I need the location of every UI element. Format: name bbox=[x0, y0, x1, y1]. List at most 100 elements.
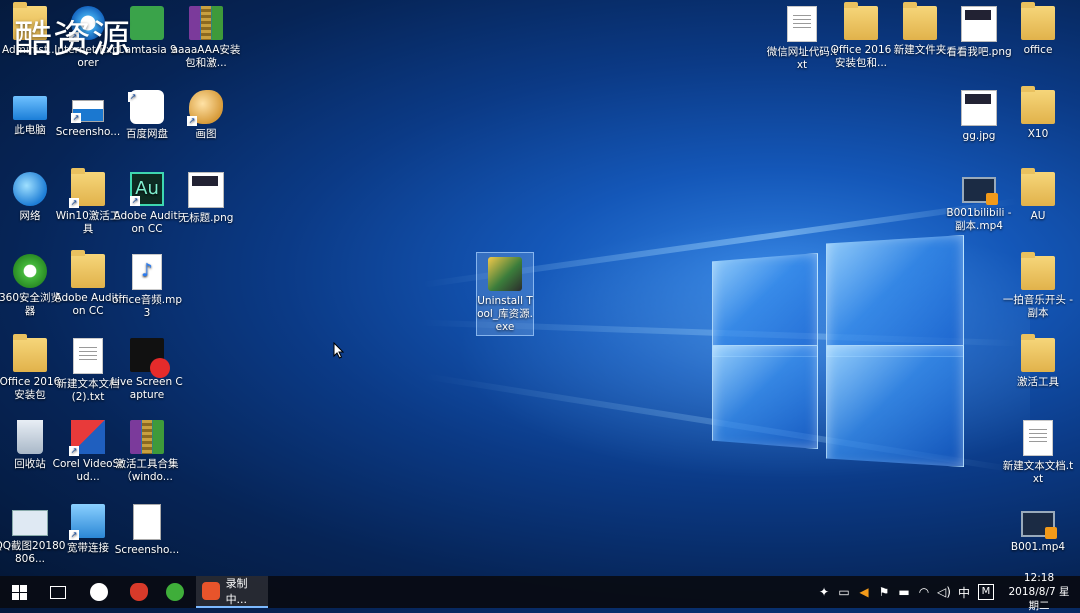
icon-label: Live Screen Capture bbox=[111, 376, 183, 401]
image-icon bbox=[961, 6, 997, 42]
desktop-icon-screenshot-2[interactable]: Screensho... bbox=[111, 504, 183, 557]
icon-label: aaaaAAA安装包和激... bbox=[171, 44, 241, 69]
logo-pane bbox=[826, 345, 964, 467]
clock-date: 2018/8/7 星期二 bbox=[1008, 586, 1070, 612]
corel-icon bbox=[69, 420, 105, 456]
desktop-icon-music-intro-copy[interactable]: 一拍音乐开头 - 副本 bbox=[1002, 252, 1074, 320]
paint-icon bbox=[187, 90, 223, 126]
logo-pane bbox=[712, 253, 818, 357]
folder-icon bbox=[844, 2, 878, 40]
recorder-icon bbox=[202, 582, 220, 600]
winrar-icon bbox=[189, 6, 223, 40]
icon-label: 画图 bbox=[195, 128, 217, 140]
logo-pane bbox=[712, 345, 818, 449]
desktop-icon-activation-tools-rar[interactable]: 激活工具合集（windo... bbox=[111, 420, 183, 484]
desktop-icon-aaaa-installer[interactable]: aaaaAAA安装包和激... bbox=[170, 6, 242, 70]
desktop-icon-au[interactable]: AU bbox=[1002, 168, 1074, 223]
icon-label: X10 bbox=[1027, 128, 1049, 140]
ime-mode-indicator[interactable]: M bbox=[978, 584, 994, 600]
icon-label: Screensho... bbox=[114, 544, 180, 556]
taskbar-app-wechat[interactable] bbox=[84, 576, 114, 608]
video-icon bbox=[962, 177, 998, 205]
task-view-icon bbox=[50, 585, 66, 599]
wechat-icon bbox=[90, 583, 108, 601]
taskbar-app-recorder[interactable]: 录制中... bbox=[196, 576, 268, 608]
desktop-icon-uninstall-tool[interactable]: Uninstall Tool_库资源.exe bbox=[476, 252, 534, 336]
desktop-icon-x10[interactable]: X10 bbox=[1002, 86, 1074, 141]
recorder-label: 录制中... bbox=[225, 577, 248, 606]
computer-icon bbox=[13, 96, 47, 120]
folder-icon bbox=[1021, 252, 1055, 290]
desktop-icon-activation-tools[interactable]: 激活工具 bbox=[1002, 334, 1074, 389]
folder-icon bbox=[1021, 168, 1055, 206]
folder-icon bbox=[13, 334, 47, 372]
desktop-icon-office-mp3[interactable]: ♪ office音频.mp3 bbox=[111, 254, 183, 320]
icon-label: 激活工具 bbox=[1017, 376, 1059, 388]
audition-icon: Au bbox=[130, 172, 164, 206]
mouse-cursor-icon bbox=[333, 342, 345, 359]
icon-label: AU bbox=[1030, 210, 1046, 222]
clock[interactable]: 12:18 2018/8/7 星期二 bbox=[1004, 571, 1074, 613]
network-icon bbox=[13, 172, 47, 206]
desktop-icon-new-text-doc[interactable]: 新建文本文档.txt bbox=[1002, 420, 1074, 486]
video-icon bbox=[1021, 511, 1057, 539]
folder-icon bbox=[1021, 86, 1055, 124]
desktop-icon-office-folder[interactable]: office bbox=[1002, 2, 1074, 57]
winrar-icon bbox=[130, 420, 164, 454]
logo-pane bbox=[826, 235, 964, 357]
icon-label: B001.mp4 bbox=[1010, 541, 1066, 553]
folder-icon bbox=[1021, 2, 1055, 40]
taskbar-app-360[interactable] bbox=[160, 576, 190, 608]
mp3-icon: ♪ bbox=[132, 254, 162, 290]
notification-icon[interactable]: ▭ bbox=[834, 585, 854, 599]
task-view-button[interactable] bbox=[44, 576, 72, 608]
tray-orange-icon[interactable]: ◀ bbox=[854, 585, 874, 599]
baidu-netdisk-icon bbox=[128, 90, 164, 124]
recycle-bin-icon bbox=[17, 420, 43, 454]
volume-icon[interactable]: ◁) bbox=[934, 585, 954, 599]
browser-360-icon bbox=[166, 583, 184, 601]
browser-360-icon bbox=[13, 254, 47, 288]
icon-label: 无标题.png bbox=[178, 212, 234, 224]
desktop-icon-b001-mp4[interactable]: B001.mp4 bbox=[1002, 506, 1074, 554]
wifi-icon[interactable]: ◠ bbox=[914, 585, 934, 599]
folder-icon bbox=[903, 2, 937, 40]
clock-time: 12:18 bbox=[1023, 572, 1055, 584]
windows-logo-wallpaper bbox=[712, 235, 964, 475]
icon-label: 激活工具合集（windo... bbox=[115, 458, 179, 483]
uninstall-tool-icon bbox=[488, 257, 522, 291]
text-file-icon bbox=[787, 6, 817, 42]
folder-icon bbox=[69, 168, 105, 208]
image-icon bbox=[188, 172, 224, 208]
qq-icon bbox=[130, 583, 148, 601]
camtasia-icon bbox=[130, 6, 164, 40]
folder-icon bbox=[71, 250, 105, 288]
live-screen-capture-icon bbox=[130, 338, 170, 378]
icon-label: office音频.mp3 bbox=[111, 294, 183, 319]
desktop-icon-untitled-png[interactable]: 无标题.png bbox=[170, 172, 242, 225]
icon-label: Uninstall Tool_库资源.exe bbox=[477, 295, 533, 333]
ime-indicator[interactable]: 中 bbox=[954, 584, 974, 601]
windows-start-icon bbox=[11, 584, 27, 600]
broadband-icon bbox=[69, 504, 105, 540]
text-file-icon bbox=[73, 338, 103, 374]
text-file-icon bbox=[1023, 420, 1053, 456]
taskbar: 录制中... ✦ ▭ ◀ ⚑ ▬ ◠ ◁) 中 M 12:18 2018/8/7… bbox=[0, 572, 1080, 612]
start-button[interactable] bbox=[0, 576, 38, 608]
icon-label: 新建文本文档.txt bbox=[1002, 460, 1074, 485]
desktop-icon-paint[interactable]: 画图 bbox=[170, 90, 242, 141]
screenshot-icon bbox=[133, 504, 161, 540]
watermark: 酷资源 bbox=[14, 17, 132, 61]
tray-flag-icon[interactable]: ⚑ bbox=[874, 585, 894, 599]
system-tray: ✦ ▭ ◀ ⚑ ▬ ◠ ◁) 中 M 12:18 2018/8/7 星期二 bbox=[814, 572, 1080, 612]
folder-icon bbox=[1021, 334, 1055, 372]
qq-screenshot-icon bbox=[12, 510, 48, 536]
icon-label: office bbox=[1023, 44, 1053, 56]
taskbar-app-qq[interactable] bbox=[124, 576, 154, 608]
screenshot-icon bbox=[71, 100, 104, 123]
image-icon bbox=[961, 90, 997, 126]
desktop-icon-live-screen-capture[interactable]: Live Screen Capture bbox=[111, 338, 183, 402]
battery-icon[interactable]: ▬ bbox=[894, 585, 914, 599]
icon-label: 一拍音乐开头 - 副本 bbox=[1002, 294, 1074, 319]
tray-app-icon[interactable]: ✦ bbox=[814, 585, 834, 599]
